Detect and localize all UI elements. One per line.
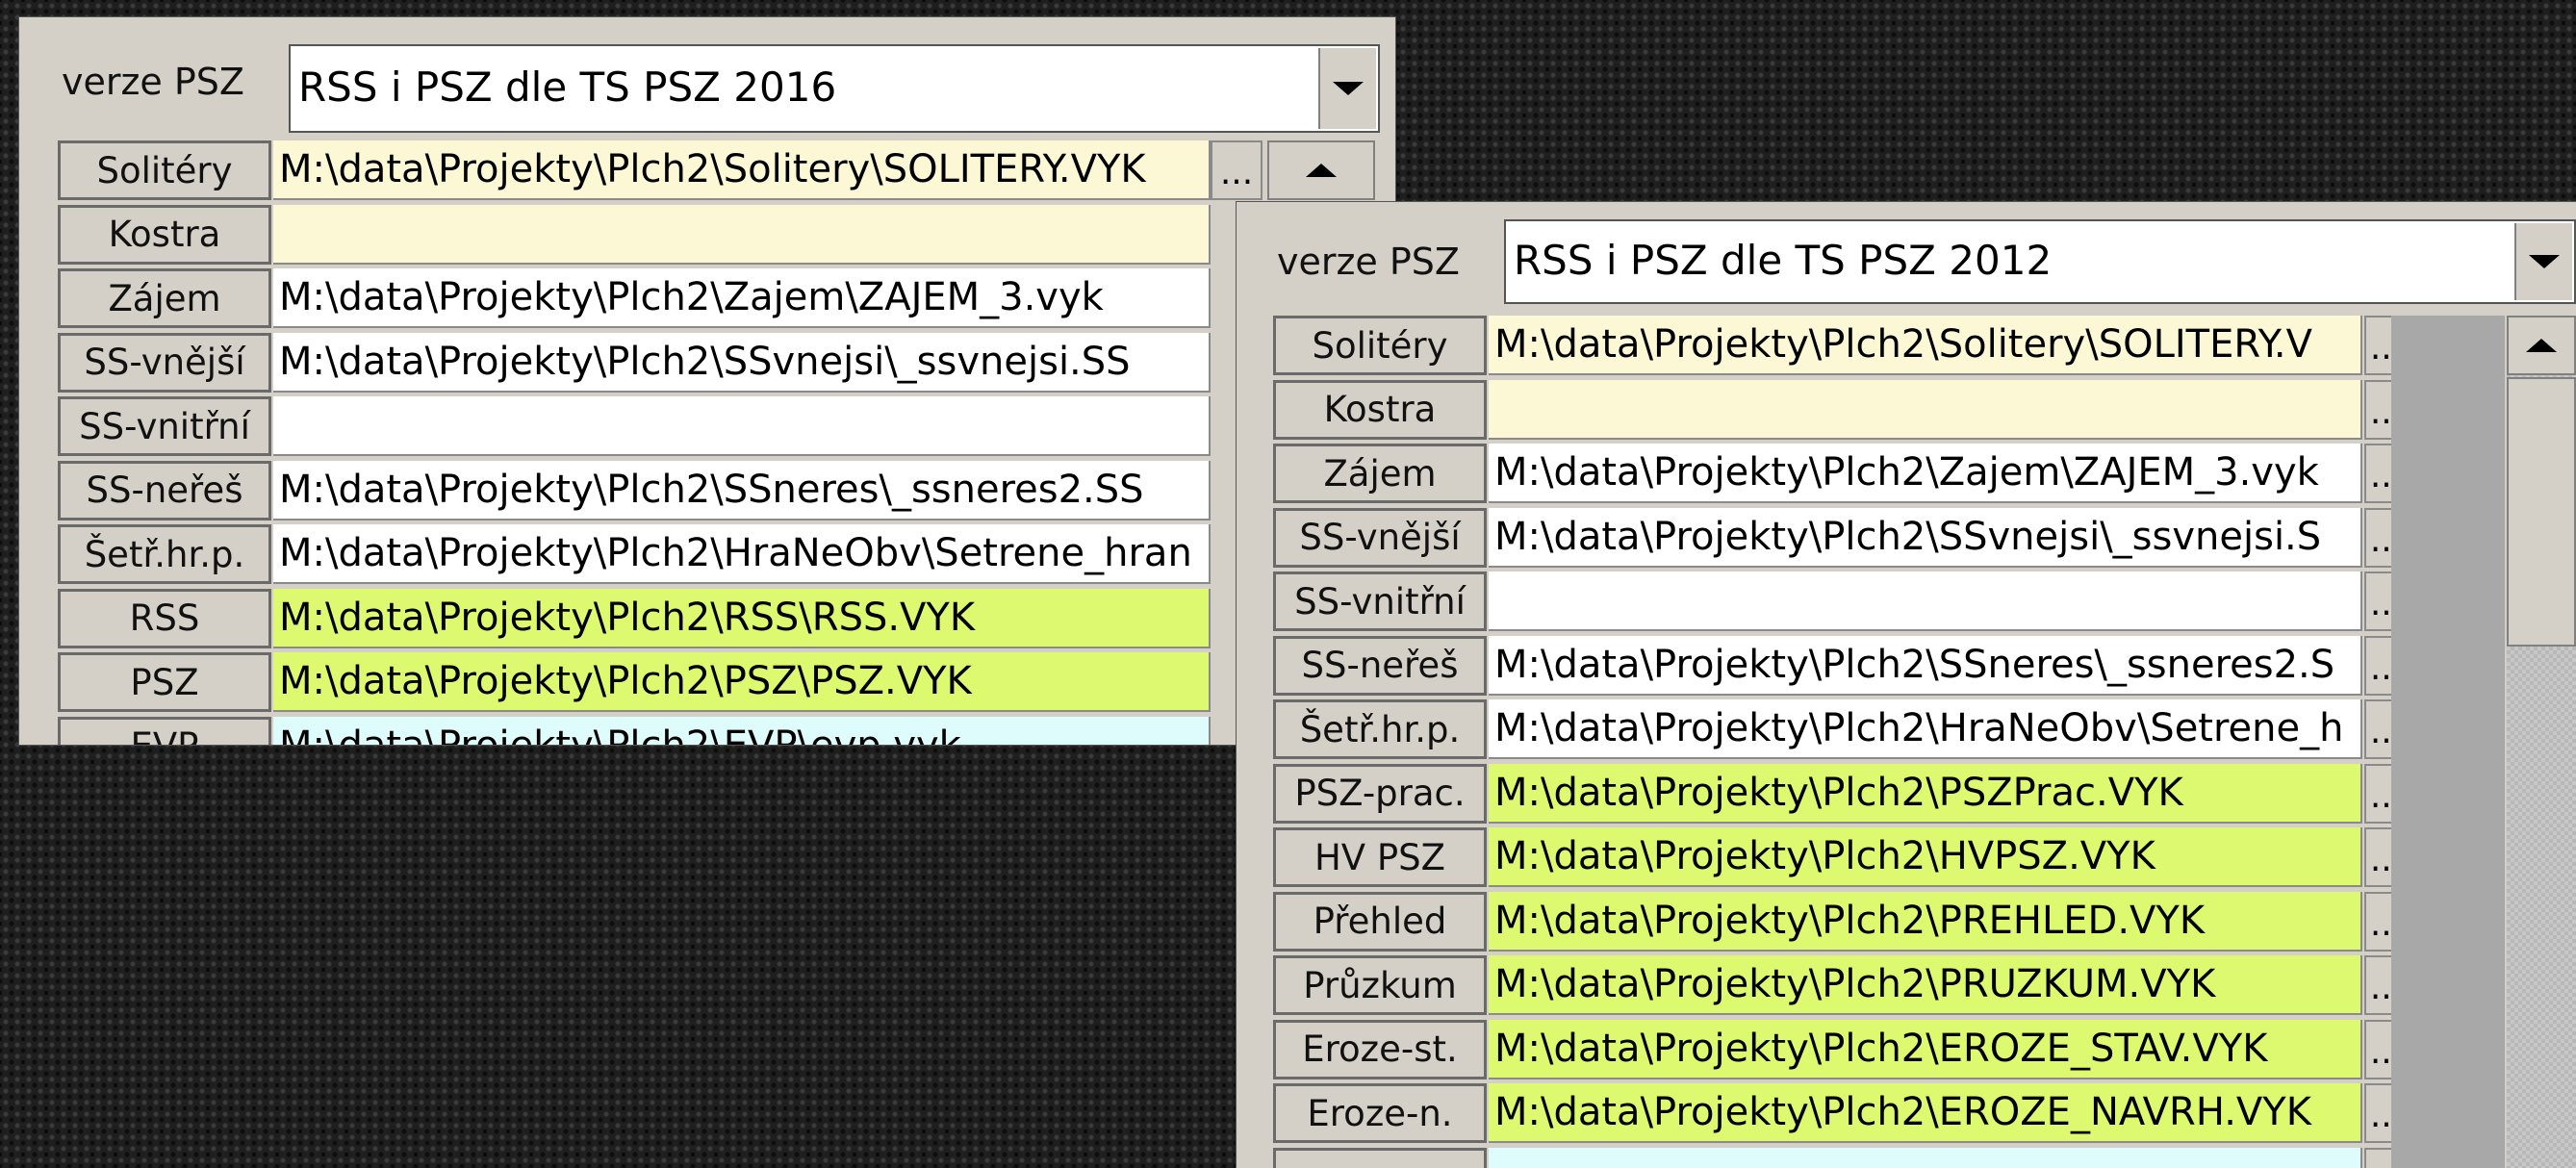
file-path-field[interactable]: M:\data\Projekty\Plch2\SSvnejsi\_ssvnejs… <box>1489 507 2362 568</box>
file-row: Šetř.hr.p. M:\data\Projekty\Plch2\HraNeOb… <box>1237 699 2507 763</box>
file-path-field[interactable] <box>273 204 1211 265</box>
file-row: SS-vnitřní <box>19 396 1395 460</box>
file-row-label[interactable]: Šetř.hr.p. <box>58 524 271 584</box>
file-row: ... <box>1237 1147 2507 1168</box>
browse-button[interactable]: ... <box>1211 140 1262 200</box>
verze-psz-select[interactable]: RSS i PSZ dle TS PSZ 2016 <box>289 44 1380 133</box>
file-row-label[interactable] <box>1273 1147 1487 1168</box>
verze-psz-label: verze PSZ <box>62 61 244 103</box>
chevron-down-icon <box>2529 255 2560 268</box>
file-path-field[interactable] <box>1489 379 2362 440</box>
scroll-gutter <box>2391 316 2505 1168</box>
file-row-label[interactable]: SS-vnější <box>58 332 271 393</box>
file-path-field[interactable]: M:\data\Projekty\Plch2\SSneres\_ssneres2… <box>1489 635 2362 696</box>
file-path-field[interactable]: M:\data\Projekty\Plch2\EROZE_STAV.VYK <box>1489 1019 2362 1079</box>
arrow-up-icon <box>2526 339 2557 352</box>
file-row-label[interactable]: Kostra <box>1273 379 1487 440</box>
file-row: Kostra <box>19 204 1395 268</box>
file-row: Průzkum M:\data\Projekty\Plch2\PRUZKUM.VY… <box>1237 955 2507 1019</box>
file-settings-panel-2016: verze PSZ RSS i PSZ dle TS PSZ 2016 Soli… <box>19 17 1395 745</box>
file-path-field[interactable]: M:\data\Projekty\Plch2\RSS\RSS.VYK <box>273 588 1211 648</box>
file-path-field[interactable]: M:\data\Projekty\Plch2\Solitery\SOLITERY… <box>1489 316 2362 375</box>
file-settings-panel-2012: verze PSZ RSS i PSZ dle TS PSZ 2012 Soli… <box>1237 202 2576 1168</box>
file-row-label[interactable]: Eroze-n. <box>1273 1083 1487 1143</box>
file-path-field[interactable]: M:\data\Projekty\Plch2\SSneres\_ssneres2… <box>273 460 1211 521</box>
chevron-down-icon <box>1333 82 1364 95</box>
file-path-field[interactable]: M:\data\Projekty\Plch2\Zajem\ZAJEM_3.vyk <box>273 268 1211 328</box>
file-row: Přehled M:\data\Projekty\Plch2\PREHLED.VY… <box>1237 891 2507 955</box>
file-row: EVPM:\data\Projekty\Plch2\EVP\evp.vyk <box>19 716 1395 745</box>
file-path-field[interactable]: M:\data\Projekty\Plch2\SSvnejsi\_ssvnejs… <box>273 332 1211 393</box>
arrow-up-icon <box>1306 164 1337 177</box>
file-row: Solitéry M:\data\Projekty\Plch2\Solitery\… <box>1237 316 2507 379</box>
file-row: SS-vnější M:\data\Projekty\Plch2\SSvnejsi… <box>19 332 1395 396</box>
file-row: Šetř.hr.p. M:\data\Projekty\Plch2\HraNeOb… <box>19 524 1395 588</box>
file-path-field[interactable] <box>1489 571 2362 631</box>
scroll-up-button[interactable] <box>2507 316 2576 375</box>
verze-psz-value: RSS i PSZ dle TS PSZ 2012 <box>1514 237 2053 284</box>
browse-label: ... <box>1219 153 1254 192</box>
file-row-label[interactable]: RSS <box>58 588 271 648</box>
file-path-field[interactable]: M:\data\Projekty\Plch2\PRUZKUM.VYK <box>1489 955 2362 1015</box>
file-path-field[interactable] <box>273 396 1211 456</box>
file-row: RSS M:\data\Projekty\Plch2\RSS\RSS.VYK <box>19 588 1395 652</box>
file-path-field[interactable] <box>1489 1147 2362 1168</box>
file-path-field[interactable]: M:\data\Projekty\Plch2\PREHLED.VYK <box>1489 891 2362 952</box>
file-row-label[interactable]: Solitéry <box>1273 316 1487 375</box>
verze-psz-select[interactable]: RSS i PSZ dle TS PSZ 2012 <box>1504 219 2576 304</box>
file-path-field[interactable]: M:\data\Projekty\Plch2\HVPSZ.VYK <box>1489 827 2362 887</box>
file-row: Kostra... <box>1237 379 2507 444</box>
file-path-field[interactable]: M:\data\Projekty\Plch2\HraNeObv\Setrene_… <box>1489 699 2362 759</box>
file-row: HV PSZ M:\data\Projekty\Plch2\HVPSZ.VYK..… <box>1237 827 2507 891</box>
dropdown-button[interactable] <box>1318 48 1376 129</box>
file-row-label[interactable]: EVP <box>58 716 271 745</box>
file-path-field[interactable]: M:\data\Projekty\Plch2\EROZE_NAVRH.VYK <box>1489 1083 2362 1143</box>
file-row: Zájem M:\data\Projekty\Plch2\Zajem\ZAJEM_… <box>19 268 1395 332</box>
scroll-thumb[interactable] <box>2507 377 2576 647</box>
verze-psz-label: verze PSZ <box>1277 241 1460 283</box>
file-row: SS-neřeš M:\data\Projekty\Plch2\SSneres\_… <box>1237 635 2507 699</box>
file-row-label[interactable]: SS-neřeš <box>58 460 271 521</box>
file-row: SS-vnější M:\data\Projekty\Plch2\SSvnejsi… <box>1237 507 2507 571</box>
file-row-label[interactable]: SS-vnitřní <box>1273 571 1487 631</box>
file-row-label[interactable]: PSZ <box>58 652 271 712</box>
file-row: Eroze-n. M:\data\Projekty\Plch2\EROZE_NAV… <box>1237 1083 2507 1147</box>
file-path-field[interactable]: M:\data\Projekty\Plch2\Zajem\ZAJEM_3.vyk <box>1489 444 2362 503</box>
file-row-label[interactable]: HV PSZ <box>1273 827 1487 887</box>
file-row: SS-neřeš M:\data\Projekty\Plch2\SSneres\_… <box>19 460 1395 524</box>
scroll-up-button[interactable] <box>1267 140 1375 200</box>
file-path-field[interactable]: M:\data\Projekty\Plch2\PSZ\PSZ.VYK <box>273 652 1211 712</box>
file-row-label[interactable]: Zájem <box>1273 444 1487 503</box>
file-path-field[interactable]: M:\data\Projekty\Plch2\EVP\evp.vyk <box>273 716 1211 745</box>
verze-psz-value: RSS i PSZ dle TS PSZ 2016 <box>298 63 837 111</box>
file-row: PSZ-prac. M:\data\Projekty\Plch2\PSZPrac.… <box>1237 763 2507 827</box>
file-row-label[interactable]: Zájem <box>58 268 271 328</box>
file-path-field[interactable]: M:\data\Projekty\Plch2\HraNeObv\Setrene_… <box>273 524 1211 584</box>
file-row: Solitéry M:\data\Projekty\Plch2\Solitery\… <box>19 140 1395 204</box>
file-row-label[interactable]: Eroze-st. <box>1273 1019 1487 1079</box>
file-row-label[interactable]: SS-neřeš <box>1273 635 1487 696</box>
file-row: SS-vnitřní... <box>1237 571 2507 635</box>
file-row-label[interactable]: SS-vnější <box>1273 507 1487 568</box>
file-row-label[interactable]: Průzkum <box>1273 955 1487 1015</box>
file-row-label[interactable]: PSZ-prac. <box>1273 763 1487 824</box>
file-row: Eroze-st. M:\data\Projekty\Plch2\EROZE_ST… <box>1237 1019 2507 1083</box>
file-row-label[interactable]: Šetř.hr.p. <box>1273 699 1487 759</box>
file-row-label[interactable]: Kostra <box>58 204 271 265</box>
file-row: PSZ M:\data\Projekty\Plch2\PSZ\PSZ.VYK <box>19 652 1395 716</box>
file-row-label[interactable]: SS-vnitřní <box>58 396 271 456</box>
dropdown-button[interactable] <box>2514 223 2572 300</box>
file-row-label[interactable]: Solitéry <box>58 140 271 200</box>
file-row: Zájem M:\data\Projekty\Plch2\Zajem\ZAJEM_… <box>1237 444 2507 507</box>
file-path-field[interactable]: M:\data\Projekty\Plch2\PSZPrac.VYK <box>1489 763 2362 824</box>
vertical-scrollbar[interactable] <box>2507 316 2576 1168</box>
file-row-label[interactable]: Přehled <box>1273 891 1487 952</box>
file-path-field[interactable]: M:\data\Projekty\Plch2\Solitery\SOLITERY… <box>273 140 1211 200</box>
